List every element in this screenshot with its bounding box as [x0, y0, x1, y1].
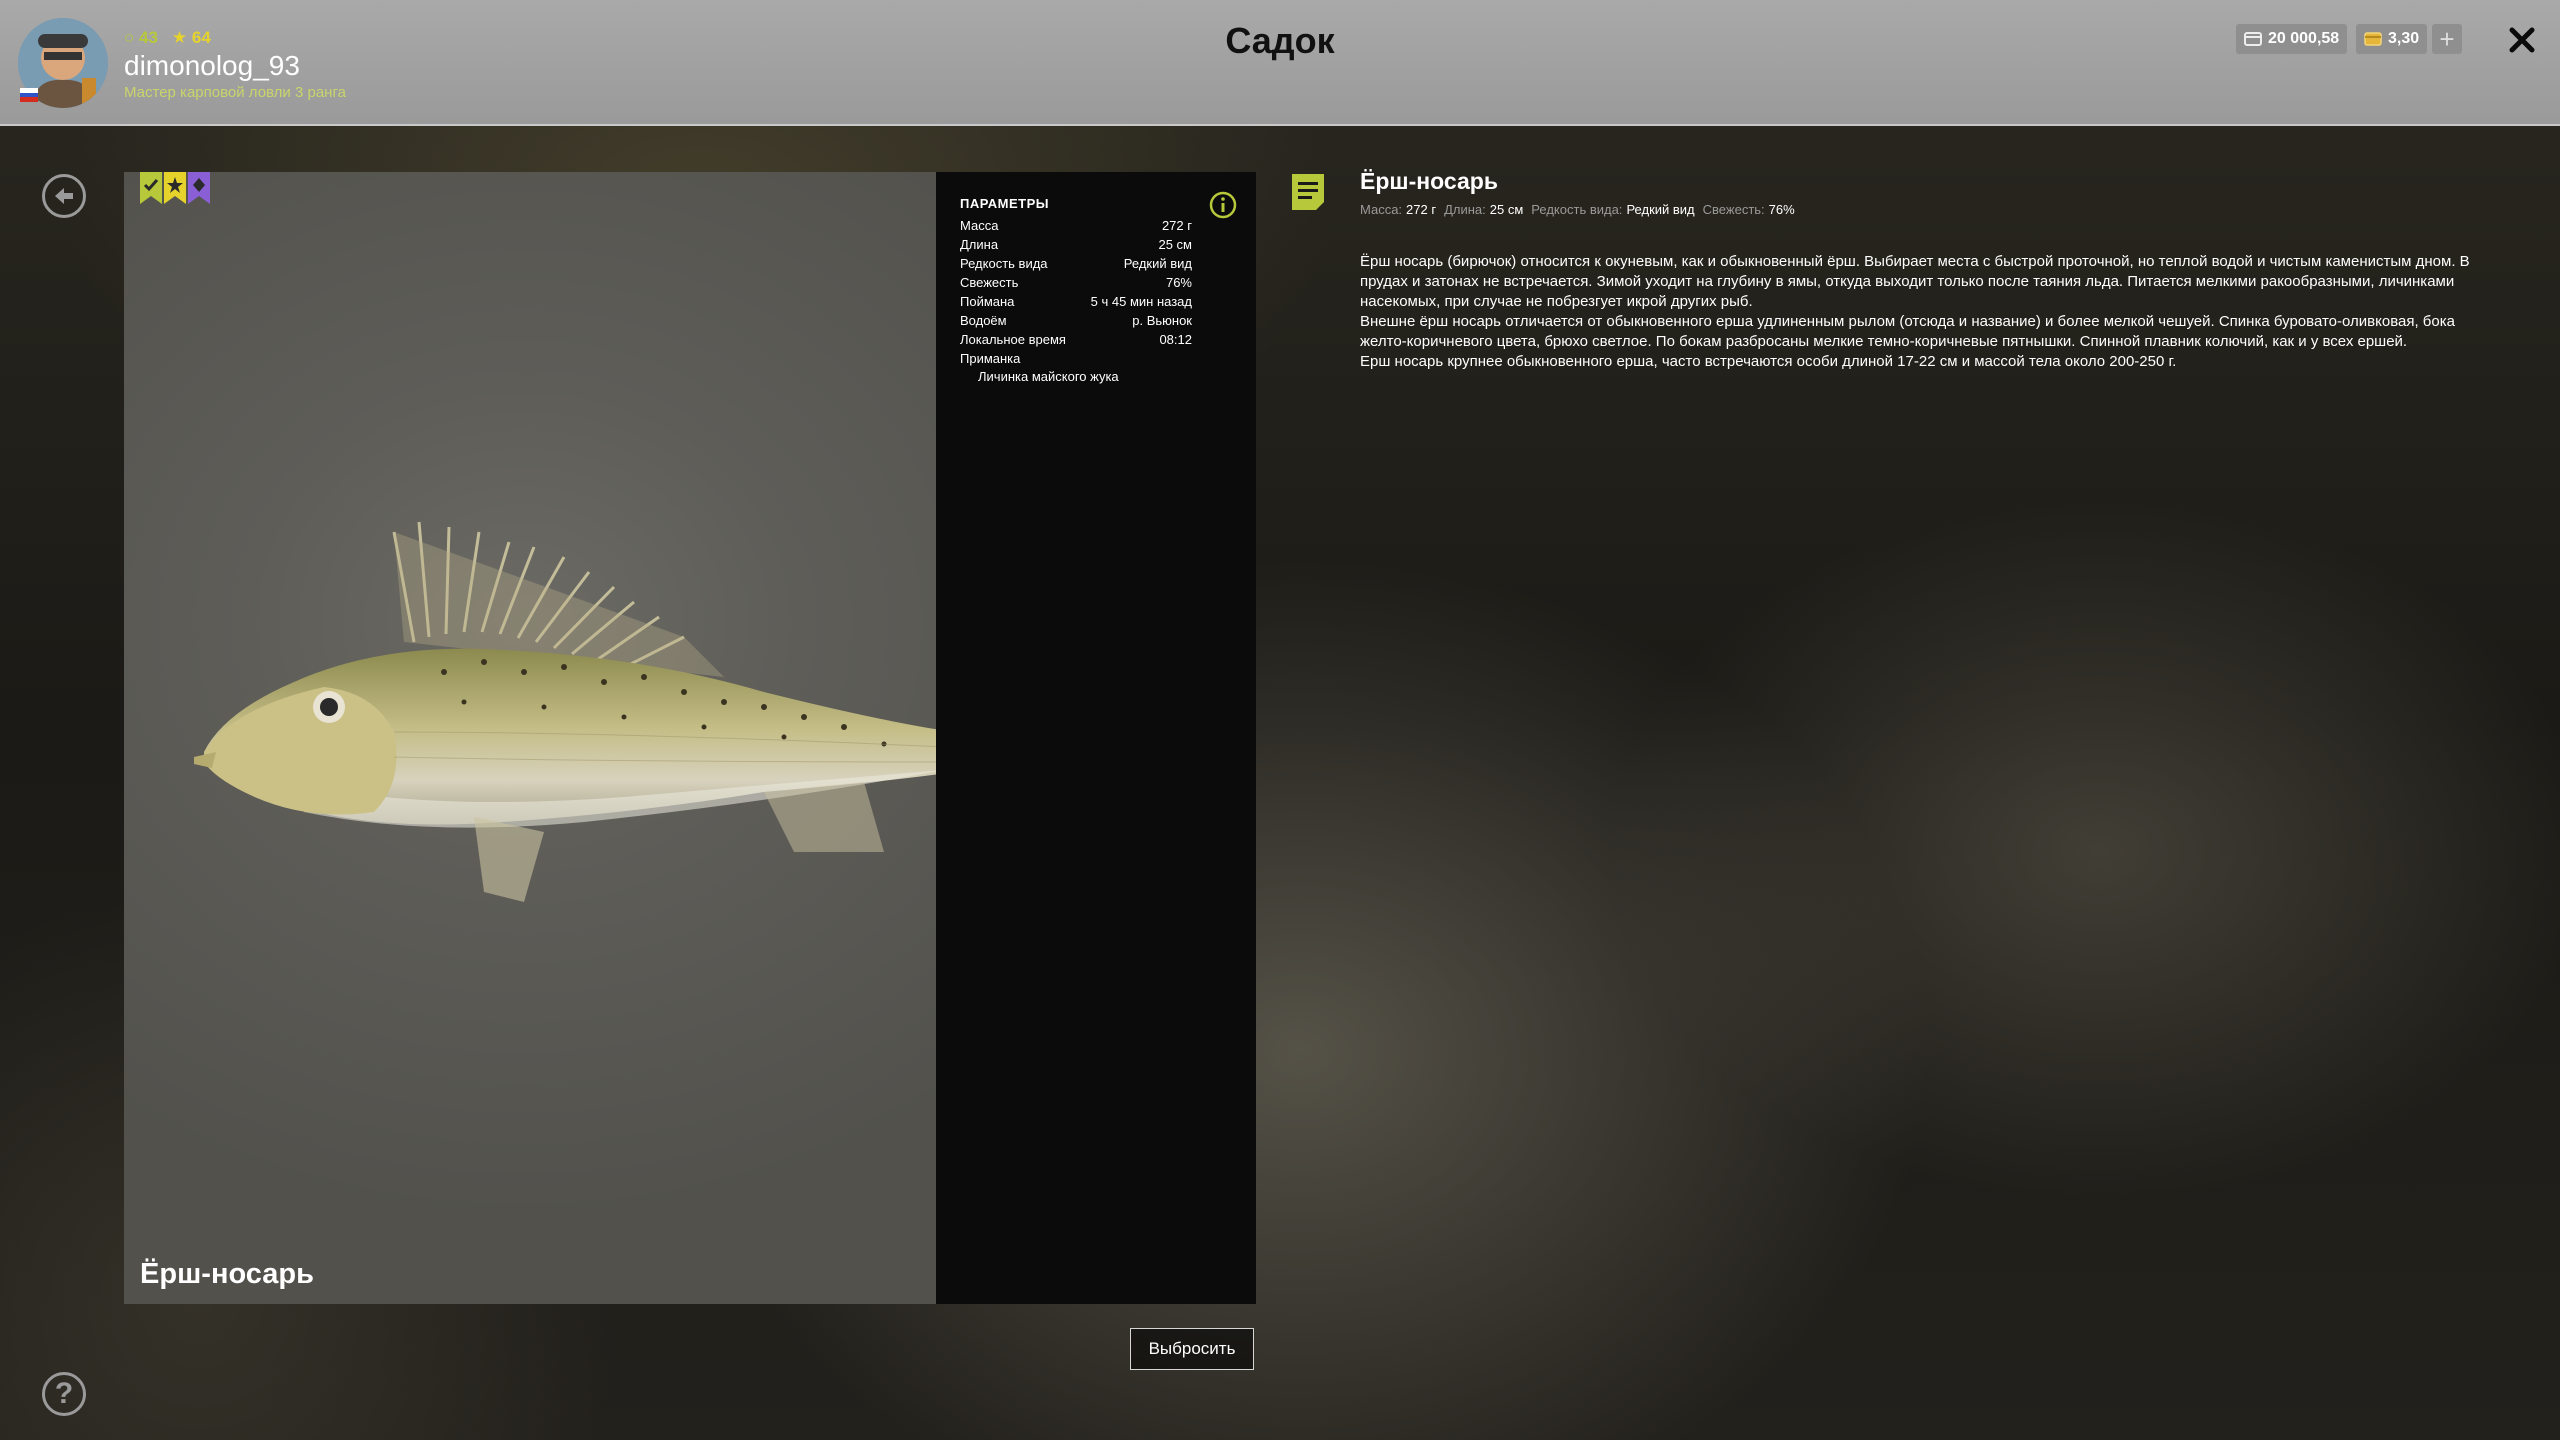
param-row-freshness: Свежесть 76%	[960, 275, 1192, 290]
back-button[interactable]	[42, 174, 86, 218]
back-arrow-icon	[55, 188, 73, 204]
description-paragraph: Ёрш носарь (бирючок) относится к окуневы…	[1360, 253, 2470, 310]
help-icon[interactable]: ?	[42, 1372, 86, 1416]
user-rank: Мастер карповой ловли 3 ранга	[124, 84, 346, 101]
description-paragraph: Внешне ёрш носарь отличается от обыкнове…	[1360, 313, 2455, 350]
description-title: Ёрш-носарь	[1360, 168, 1498, 194]
bait-value: Личинка майского жука	[978, 369, 1119, 384]
add-currency-button[interactable]: +	[2432, 24, 2462, 54]
top-bar: ○ 43 ★ 64 dimonolog_93 Мастер карповой л…	[0, 0, 2560, 126]
silver-currency[interactable]: 20 000,58	[2236, 24, 2348, 54]
param-row-rarity: Редкость вида Редкий вид	[960, 256, 1192, 271]
param-row-bait: Приманка	[960, 351, 1021, 366]
note-icon	[1292, 174, 1324, 210]
fish-display-panel: Ёрш-носарь	[124, 172, 936, 1304]
page-title: Садок	[1225, 20, 1335, 61]
description-paragraph: Ерш носарь крупнее обыкновенного ерша, ч…	[1360, 353, 2177, 370]
param-row-waterbody: Водоём р. Вьюнок	[960, 313, 1192, 328]
param-row-caught: Поймана 5 ч 45 мин назад	[960, 294, 1192, 309]
param-row-mass: Масса 272 г	[960, 218, 1192, 233]
fish-image	[194, 521, 936, 902]
info-icon[interactable]	[1208, 190, 1238, 220]
description-meta: Масса: 272 г Длина: 25 см Редкость вида: Ре…	[1360, 202, 1795, 217]
close-icon[interactable]	[2502, 20, 2542, 60]
params-title: ПАРАМЕТРЫ	[960, 196, 1049, 211]
gold-coin-icon	[2364, 32, 2382, 46]
param-row-local-time: Локальное время 08:12	[960, 332, 1192, 347]
fish-name-label: Ёрш-носарь	[140, 1258, 314, 1290]
discard-button[interactable]: Выбросить	[1130, 1328, 1254, 1370]
silver-coin-icon	[2244, 32, 2262, 46]
flag-icon	[20, 88, 38, 102]
param-row-length: Длина 25 см	[960, 237, 1192, 252]
params-panel: ПАРАМЕТРЫ Масса 272 г Длина 25 см Редкость…	[936, 172, 1256, 1304]
params-list: Масса 272 г Длина 25 см Редкость вида Редки…	[960, 216, 1192, 385]
description-text: Ёрш носарь (бирючок) относится к окуневы…	[1360, 252, 2480, 372]
gold-currency[interactable]: 3,30	[2356, 24, 2428, 54]
